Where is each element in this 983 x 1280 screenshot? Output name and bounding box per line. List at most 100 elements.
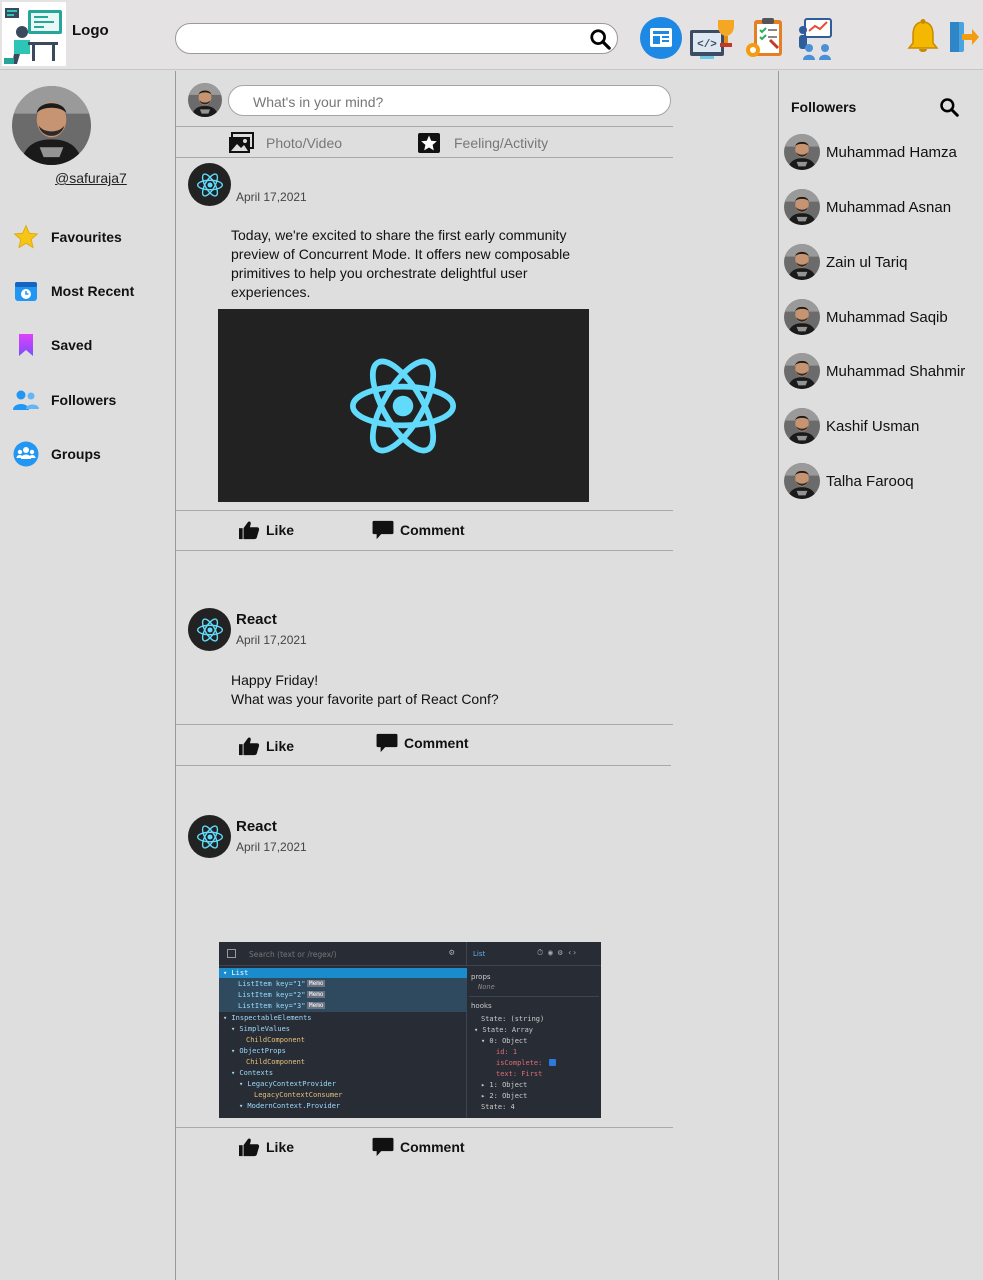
post-1-avatar[interactable] — [188, 163, 231, 206]
post-3-avatar[interactable] — [188, 815, 231, 858]
tree-node[interactable]: ▾ Contexts — [231, 1069, 273, 1077]
follower-name: Talha Farooq — [826, 472, 914, 490]
logo-text: Logo — [72, 22, 109, 39]
like-label: Like — [266, 522, 295, 538]
tree-node[interactable]: ▾ SimpleValues — [231, 1025, 290, 1033]
like-button[interactable]: Like — [238, 520, 294, 540]
tree-node[interactable]: ▾ ModernContext.Provider — [239, 1102, 340, 1110]
follower-item[interactable]: Muhammad Shahmir — [784, 353, 965, 389]
follower-avatar — [784, 463, 820, 499]
follower-item[interactable]: Muhammad Asnan — [784, 189, 951, 225]
comment-icon — [372, 1137, 394, 1157]
photo-icon — [229, 132, 254, 153]
devtools-panel-header: List ⏱ ◉ ⚙ ‹› — [467, 942, 601, 966]
follower-name: Muhammad Shahmir — [826, 362, 966, 380]
comment-button[interactable]: Comment — [376, 733, 469, 753]
react-logo-icon — [196, 823, 224, 851]
tree-node[interactable]: ListItem key="1" — [238, 980, 305, 988]
sidebar-item-followers[interactable]: Followers — [12, 385, 172, 415]
team-board-icon[interactable] — [795, 16, 839, 60]
news-icon[interactable] — [639, 16, 683, 60]
hook-row: id: 1 — [496, 1048, 518, 1056]
follower-item[interactable]: Zain ul Tariq — [784, 244, 907, 280]
top-search-bar[interactable] — [175, 23, 618, 54]
svg-text:</>: </> — [697, 39, 717, 51]
follower-avatar — [784, 134, 820, 170]
feeling-activity-button[interactable]: Feeling/Activity — [416, 131, 548, 155]
follower-name: Kashif Usman — [826, 417, 920, 435]
tree-node[interactable]: ListItem key="3" — [238, 1002, 305, 1010]
sidebar-item-label: Groups — [51, 446, 101, 462]
search-icon[interactable] — [939, 97, 959, 117]
profile-handle-link[interactable]: @safuraja7 — [55, 170, 127, 186]
like-label: Like — [266, 1139, 295, 1155]
task-settings-icon[interactable] — [744, 16, 788, 60]
like-button[interactable]: Like — [238, 736, 294, 756]
thumbs-up-icon — [238, 1137, 260, 1157]
hook-row: ▸ 2: Object — [481, 1092, 528, 1100]
recent-icon — [12, 277, 40, 305]
post-text: Today, we're excited to share the first … — [231, 227, 571, 300]
post-date: April 17,2021 — [236, 840, 307, 854]
tree-node[interactable]: ChildComponent — [246, 1058, 305, 1066]
tree-node[interactable]: ▾ LegacyContextProvider — [239, 1080, 336, 1088]
composer-avatar — [188, 83, 222, 117]
notification-bell-icon[interactable] — [906, 18, 942, 58]
post-date: April 17,2021 — [236, 633, 307, 647]
post-image-devtools-screenshot[interactable]: Search (text or /regex/) ⚙ List ⏱ ◉ ⚙ ‹›… — [219, 942, 601, 1118]
post-composer-input[interactable]: What's in your mind? — [228, 85, 671, 116]
props-hooks-panel: props None hooks State: (string) ▾ State… — [469, 968, 599, 1118]
post-date: April 17,2021 — [236, 190, 307, 204]
developer-illustration-icon — [4, 8, 62, 64]
tree-node[interactable]: LegacyContextConsumer — [254, 1091, 343, 1099]
sidebar-item-favourites[interactable]: Favourites — [12, 222, 172, 252]
comment-icon — [376, 733, 398, 753]
search-input[interactable] — [190, 29, 570, 49]
feeling-activity-label: Feeling/Activity — [454, 135, 549, 151]
sidebar-item-most-recent[interactable]: Most Recent — [12, 276, 172, 306]
devtools-panel-icons: ⏱ ◉ ⚙ ‹› — [537, 948, 577, 957]
sidebar-item-groups[interactable]: Groups — [12, 439, 172, 469]
post-2-avatar[interactable] — [188, 608, 231, 651]
tree-node[interactable]: ChildComponent — [246, 1036, 305, 1044]
search-icon[interactable] — [589, 28, 611, 50]
follower-item[interactable]: Talha Farooq — [784, 463, 914, 499]
divider — [176, 724, 673, 725]
left-sidebar: @safuraja7 Favourites Most Recent Saved … — [0, 71, 175, 1280]
follower-item[interactable]: Muhammad Saqib — [784, 299, 948, 335]
thumbs-up-icon — [238, 520, 260, 540]
code-trophy-icon[interactable]: </> — [688, 16, 734, 60]
logout-icon[interactable] — [948, 20, 980, 54]
follower-item[interactable]: Muhammad Hamza — [784, 134, 957, 170]
divider — [176, 765, 671, 766]
tree-node[interactable]: ListItem key="2" — [238, 991, 305, 999]
react-logo-icon — [346, 349, 460, 463]
hook-row: State: (string) — [481, 1015, 545, 1023]
groups-icon — [12, 440, 40, 468]
top-header: Logo </> — [0, 0, 983, 70]
photo-video-button[interactable]: Photo/Video — [228, 131, 342, 155]
post-author[interactable]: React — [236, 818, 277, 835]
feed-column: What's in your mind? Photo/Video Feeling… — [175, 71, 673, 1280]
sidebar-item-label: Favourites — [51, 229, 122, 245]
comment-button[interactable]: Comment — [372, 1137, 465, 1157]
memo-badge: Memo — [307, 1002, 326, 1009]
like-button[interactable]: Like — [238, 1137, 294, 1157]
tree-node[interactable]: ▾ ObjectProps — [231, 1047, 286, 1055]
hook-row: ▸ 1: Object — [481, 1081, 528, 1089]
post-author[interactable]: React — [236, 611, 277, 628]
follower-item[interactable]: Kashif Usman — [784, 408, 919, 444]
comment-button[interactable]: Comment — [372, 520, 465, 540]
followers-panel: Followers Muhammad Hamza Muhammad Asnan … — [778, 71, 983, 1280]
post-image-react-logo[interactable] — [218, 309, 589, 502]
logo-image[interactable] — [2, 2, 66, 66]
tree-node[interactable]: ▾ InspectableElements — [223, 1014, 312, 1022]
divider — [176, 126, 673, 127]
profile-avatar[interactable] — [12, 86, 91, 165]
hook-row: ▾ State: Array — [474, 1026, 534, 1034]
sidebar-item-saved[interactable]: Saved — [12, 330, 172, 360]
tree-node[interactable]: ▾ List — [223, 969, 248, 977]
divider — [176, 157, 673, 158]
comment-label: Comment — [404, 735, 469, 751]
follower-name: Muhammad Asnan — [826, 198, 952, 216]
